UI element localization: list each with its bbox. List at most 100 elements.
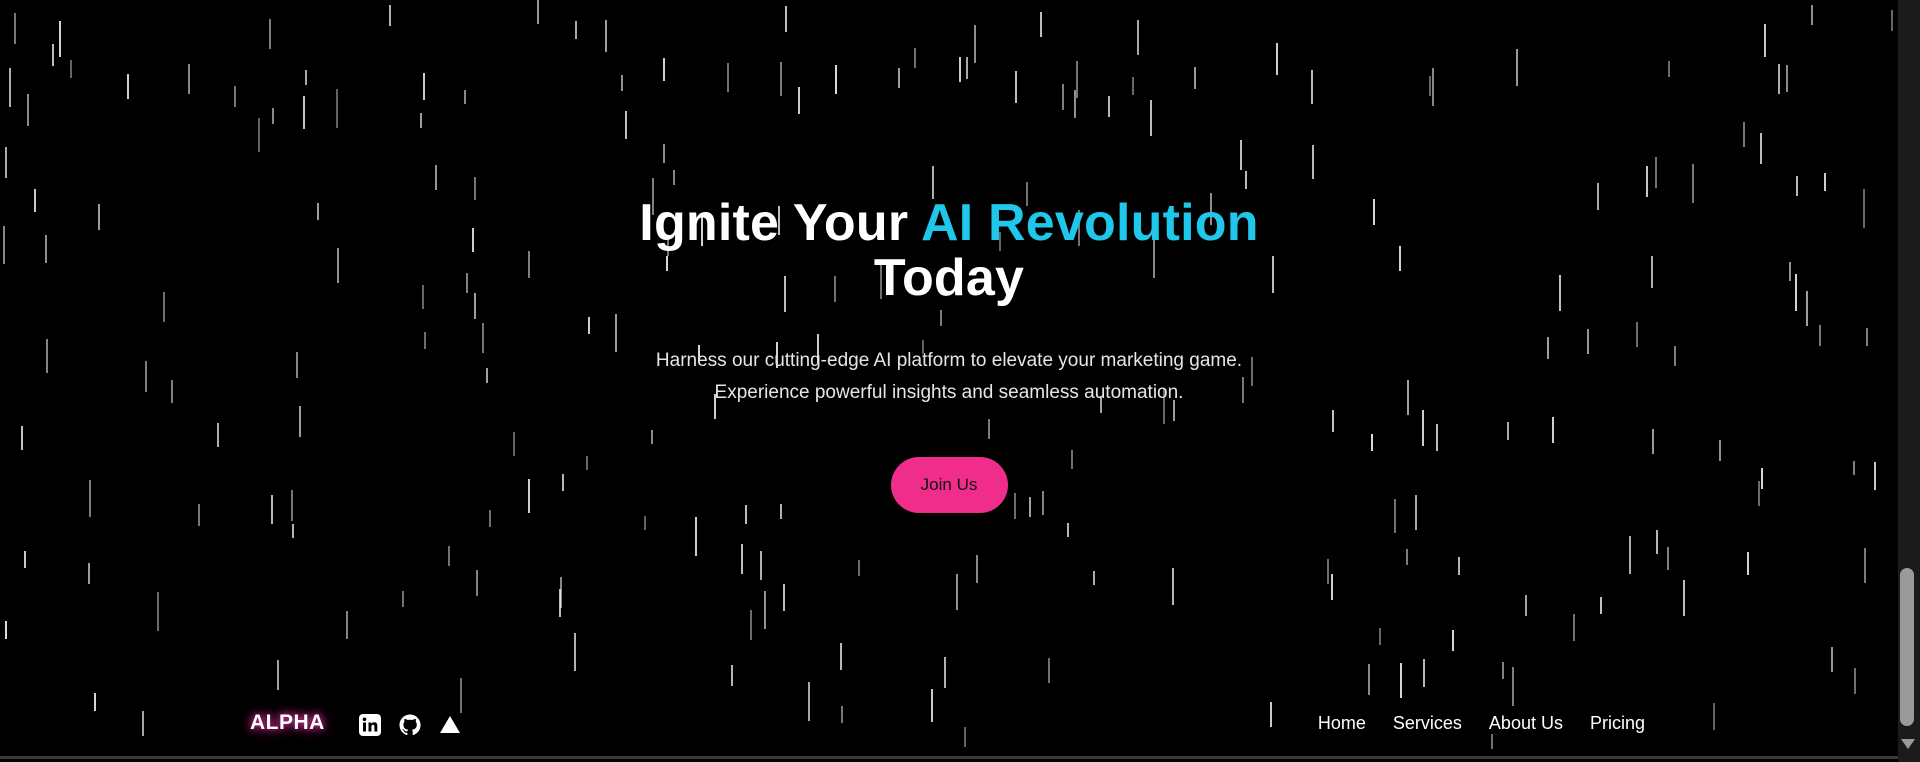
rain-drop (1668, 61, 1670, 77)
rain-drop (1656, 530, 1658, 554)
rain-drop (1172, 568, 1174, 605)
rain-drop (336, 89, 338, 128)
rain-drop (1245, 171, 1247, 189)
rain-drop (673, 170, 675, 185)
linkedin-icon[interactable] (358, 713, 382, 737)
hero-title-part1: Ignite Your (639, 194, 921, 252)
social-links (358, 713, 462, 737)
rain-drop (764, 591, 766, 629)
rain-drop (5, 147, 7, 178)
rain-drop (1379, 628, 1381, 645)
nav-home[interactable]: Home (1318, 713, 1366, 734)
triangle-icon[interactable] (438, 713, 462, 737)
rain-drop (898, 68, 900, 88)
rain-drop (780, 62, 782, 96)
rain-drop (1824, 173, 1826, 191)
rain-drop (575, 21, 577, 39)
rain-drop (420, 113, 422, 128)
rain-drop (305, 70, 307, 85)
rain-drop (840, 643, 842, 670)
rain-drop (448, 546, 450, 566)
join-us-button[interactable]: Join Us (890, 457, 1008, 513)
rain-drop (1076, 61, 1078, 98)
vertical-scrollbar[interactable] (1898, 0, 1920, 762)
brand-logo[interactable]: ALPHA (250, 711, 325, 735)
rain-drop (1093, 571, 1095, 585)
rain-drop (1423, 659, 1425, 687)
rain-drop (1629, 536, 1631, 574)
rain-drop (976, 555, 978, 583)
rain-drop (277, 660, 279, 690)
rain-drop (1760, 133, 1762, 164)
rain-drop (70, 60, 72, 78)
rain-drop (1573, 614, 1575, 641)
rain-drop (741, 544, 743, 574)
rain-drop (476, 570, 478, 596)
rain-drop (303, 96, 305, 129)
rain-drop (785, 6, 787, 32)
rain-drop (346, 611, 348, 639)
rain-drop (959, 57, 961, 82)
rain-drop (14, 13, 16, 44)
rain-drop (1646, 166, 1648, 197)
rain-drop (835, 65, 837, 94)
rain-drop (1074, 90, 1076, 118)
rain-drop (1406, 549, 1408, 565)
rain-drop (1764, 24, 1766, 57)
rain-drop (402, 591, 404, 607)
rain-drop (1683, 580, 1685, 616)
rain-drop (1512, 667, 1514, 706)
rain-drop (1891, 10, 1893, 31)
rain-drop (1600, 597, 1602, 614)
footer-nav: Home Services About Us Pricing (1318, 713, 1645, 734)
rain-drop (24, 551, 26, 568)
hero-section: Ignite Your AI Revolution Today Harness … (0, 196, 1898, 513)
nav-services[interactable]: Services (1393, 713, 1462, 734)
rain-drop (1327, 559, 1329, 584)
nav-pricing[interactable]: Pricing (1590, 713, 1645, 734)
rain-drop (944, 657, 946, 688)
rain-drop (1864, 548, 1866, 583)
rain-drop (605, 20, 607, 52)
rain-drop (798, 87, 800, 114)
rain-drop (1525, 595, 1527, 616)
rain-drop (1854, 668, 1856, 694)
rain-drop (1137, 20, 1139, 55)
rain-drop (727, 63, 729, 92)
rain-drop (52, 44, 54, 66)
rain-drop (858, 560, 860, 576)
rain-drop (1108, 96, 1110, 117)
scrollbar-thumb[interactable] (1900, 568, 1914, 726)
rain-drop (389, 5, 391, 26)
hero-title: Ignite Your AI Revolution Today (0, 196, 1898, 306)
rain-drop (1516, 49, 1518, 86)
rain-drop (574, 633, 576, 671)
github-icon[interactable] (398, 713, 422, 737)
rain-drop (1778, 64, 1780, 94)
rain-drop (1276, 43, 1278, 75)
rain-drop (621, 75, 623, 91)
rain-drop (272, 108, 274, 124)
scroll-down-arrow-icon[interactable] (1901, 739, 1915, 749)
rain-drop (750, 610, 752, 640)
rain-drop (1312, 145, 1314, 179)
hero-title-accent: AI Revolution (920, 194, 1259, 252)
rain-drop (783, 584, 785, 611)
rain-drop (127, 74, 129, 99)
rain-drop (974, 25, 976, 63)
nav-about-us[interactable]: About Us (1489, 713, 1563, 734)
rain-drop (435, 165, 437, 190)
rain-drop (559, 589, 561, 617)
rain-drop (1331, 574, 1333, 600)
rain-drop (663, 144, 665, 163)
rain-drop (1194, 67, 1196, 89)
rain-drop (644, 516, 646, 530)
rain-drop (1015, 71, 1017, 103)
footer-bar: ALPHA Home Services About Us Pricing (0, 707, 1898, 743)
rain-drop (464, 90, 466, 104)
rain-drop (914, 48, 916, 68)
rain-drop (258, 118, 260, 152)
rain-drop (188, 64, 190, 94)
hero-subtitle: Harness our cutting-edge AI platform to … (599, 345, 1299, 409)
rain-drop (5, 621, 7, 639)
